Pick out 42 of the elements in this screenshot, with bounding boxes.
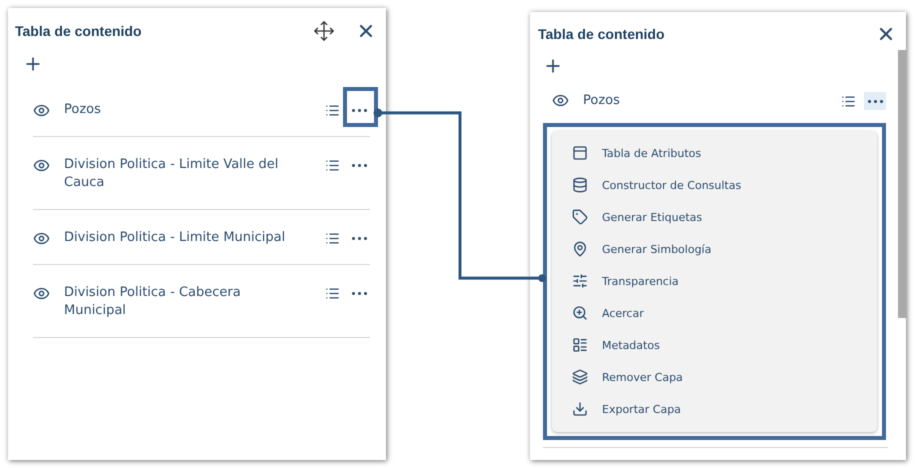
eye-icon — [33, 285, 50, 302]
ellipsis-icon — [352, 292, 366, 294]
legend-icon — [841, 94, 856, 108]
eye-icon — [33, 102, 50, 119]
menu-item[interactable]: Acercar — [572, 297, 877, 329]
layer-name: Division Politica - Cabecera Municipal — [64, 284, 242, 320]
menu-item[interactable]: Generar Etiquetas — [572, 201, 877, 233]
ellipsis-icon — [352, 108, 366, 112]
layer-name: Division Politica - Limite Municipal — [64, 229, 286, 247]
menu-item[interactable]: Exportar Capa — [572, 393, 877, 425]
layer-name: Pozos — [583, 92, 621, 110]
menu-item[interactable]: Transparencia — [572, 265, 877, 297]
sliders-icon — [572, 273, 588, 289]
ellipsis-icon — [352, 236, 366, 240]
ellipsis-icon — [868, 100, 882, 102]
menu-item[interactable]: Constructor de Consultas — [572, 169, 877, 201]
legend-icon — [325, 286, 340, 300]
more-button[interactable] — [864, 92, 886, 110]
legend-icon — [325, 158, 340, 172]
panel-title: Tabla de contenido — [538, 26, 665, 42]
ellipsis-icon — [352, 164, 366, 166]
eye-icon — [33, 157, 50, 174]
pin-icon — [572, 241, 588, 257]
menu-item[interactable]: Metadatos — [572, 329, 877, 361]
move-cursor-icon — [312, 20, 335, 42]
eye-icon — [33, 230, 50, 247]
eye-icon — [552, 92, 569, 109]
zoom-in-icon — [572, 305, 588, 321]
menu-item[interactable]: Generar Simbología — [572, 233, 877, 265]
table-icon — [572, 145, 588, 161]
legend-icon — [325, 102, 340, 118]
layer-name: Pozos — [64, 101, 102, 119]
panel-title: Tabla de contenido — [15, 23, 142, 39]
database-icon — [572, 177, 588, 193]
menu-item[interactable]: Remover Capa — [572, 361, 877, 393]
menu-item[interactable]: Tabla de Atributos — [572, 137, 877, 169]
download-icon — [572, 401, 588, 417]
list-icon — [572, 337, 588, 353]
layer-name: Division Politica - Limite Valle del Cauca — [64, 156, 280, 192]
tag-icon — [572, 209, 588, 225]
legend-icon — [325, 230, 340, 246]
layers-icon — [572, 369, 588, 385]
